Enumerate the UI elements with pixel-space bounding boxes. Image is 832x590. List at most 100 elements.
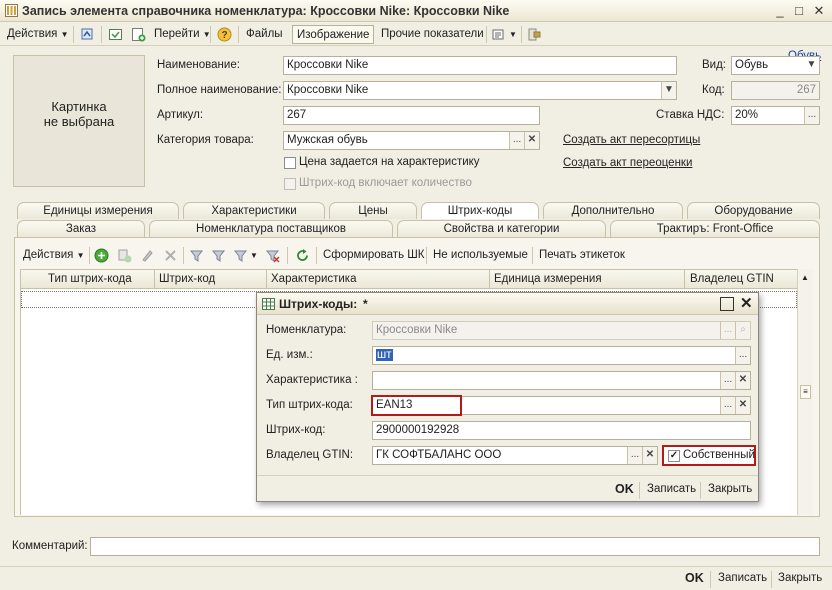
- copy-icon[interactable]: [117, 248, 132, 263]
- dialog-gtin-owner-field[interactable]: ГК СОФТБАЛАНС ООО ... ✕: [372, 446, 658, 465]
- dialog-unit-label: Ед. изм.:: [266, 349, 313, 361]
- dropdown-arrow-icon[interactable]: ▼: [509, 30, 517, 39]
- tab-equipment[interactable]: Оборудование: [687, 202, 820, 219]
- maximize-icon[interactable]: [720, 297, 734, 311]
- select-button[interactable]: ...: [720, 322, 735, 339]
- article-field[interactable]: 267: [283, 106, 540, 125]
- edit-icon[interactable]: [140, 248, 155, 263]
- structure-icon[interactable]: [527, 27, 542, 42]
- tab-properties-categories[interactable]: Свойства и категории: [397, 220, 606, 237]
- name-field[interactable]: Кроссовки Nike: [283, 56, 677, 75]
- image-placeholder[interactable]: Картинка не выбрана: [13, 55, 145, 187]
- toolbar-separator: [89, 247, 90, 264]
- dialog-ok-button[interactable]: OK: [611, 480, 638, 499]
- dialog-save-button[interactable]: Записать: [643, 480, 700, 499]
- close-window-button[interactable]: ✕: [811, 3, 827, 19]
- barcode-qty-checkbox[interactable]: [284, 178, 296, 190]
- app-icon: [5, 4, 18, 17]
- files-button[interactable]: Файлы: [242, 25, 287, 44]
- comment-field[interactable]: [90, 537, 820, 556]
- select-button[interactable]: ...: [627, 447, 642, 464]
- fullname-field[interactable]: Кроссовки Nike ▼: [283, 81, 677, 100]
- column-gtin-owner[interactable]: Владелец GTIN: [690, 273, 774, 285]
- tab-units[interactable]: Единицы измерения: [17, 202, 179, 219]
- other-indicators-button[interactable]: Прочие показатели: [377, 25, 488, 44]
- help-icon[interactable]: ?: [217, 27, 232, 42]
- column-unit[interactable]: Единица измерения: [494, 273, 602, 285]
- filter-by-value-icon[interactable]: [211, 248, 226, 263]
- create-revalue-link[interactable]: Создать акт переоценки: [563, 157, 692, 169]
- kind-field[interactable]: Обувь ▼: [731, 56, 820, 75]
- create-regrade-link[interactable]: Создать акт пересортицы: [563, 134, 700, 146]
- dropdown-arrow-icon[interactable]: ▼: [250, 251, 258, 260]
- category-field[interactable]: Мужская обувь ... ✕: [283, 131, 540, 150]
- toolbar-separator: [532, 247, 533, 264]
- navigate-up-icon[interactable]: [80, 27, 95, 42]
- clear-icon[interactable]: ✕: [524, 132, 539, 149]
- select-button[interactable]: ...: [720, 372, 735, 389]
- clear-icon[interactable]: ✕: [735, 397, 750, 414]
- dropdown-arrow-icon: ▼: [76, 251, 85, 260]
- column-divider: [684, 270, 685, 289]
- column-divider: [154, 270, 155, 289]
- actions-menu[interactable]: Действия ▼: [3, 25, 73, 44]
- column-barcode-type[interactable]: Тип штрих-кода: [48, 273, 132, 285]
- vat-field[interactable]: 20% ...: [731, 106, 820, 125]
- dialog-barcode-field[interactable]: 2900000192928: [372, 421, 751, 440]
- tab-front-office[interactable]: Трактиръ: Front-Office: [610, 220, 820, 237]
- dialog-nomenclature-field[interactable]: Кроссовки Nike ... ⌕: [372, 321, 751, 340]
- delete-icon[interactable]: [163, 248, 178, 263]
- filter-history-icon[interactable]: [233, 248, 248, 263]
- save-button[interactable]: Записать: [714, 569, 771, 588]
- goto-menu[interactable]: Перейти ▼: [150, 25, 215, 44]
- tab-prices[interactable]: Цены: [329, 202, 417, 219]
- minimize-button[interactable]: _: [772, 3, 788, 19]
- clear-icon[interactable]: ✕: [642, 447, 657, 464]
- clear-filter-icon[interactable]: [265, 248, 280, 263]
- select-button[interactable]: ...: [804, 107, 819, 124]
- refresh-form-icon[interactable]: [108, 27, 123, 42]
- select-button[interactable]: ...: [720, 397, 735, 414]
- dialog-characteristic-field[interactable]: ... ✕: [372, 371, 751, 390]
- close-icon[interactable]: ✕: [740, 294, 753, 312]
- tab-barcodes[interactable]: Штрих-коды: [421, 202, 539, 219]
- tab-order[interactable]: Заказ: [17, 220, 145, 237]
- dialog-unit-field[interactable]: шт ...: [372, 346, 751, 365]
- column-barcode[interactable]: Штрих-код: [159, 273, 215, 285]
- chevron-down-icon[interactable]: ▼: [804, 57, 819, 74]
- print-labels-button[interactable]: Печать этикеток: [535, 246, 629, 265]
- clear-icon[interactable]: ✕: [735, 372, 750, 389]
- code-field[interactable]: 267: [731, 81, 820, 100]
- close-button[interactable]: Закрыть: [774, 569, 826, 588]
- dialog-title: Штрих-коды:: [279, 297, 358, 311]
- scroll-thumb[interactable]: ≡: [800, 385, 811, 399]
- filter-icon[interactable]: [189, 248, 204, 263]
- chevron-down-icon[interactable]: ▼: [661, 82, 676, 99]
- form-footer-bar: OK Записать Закрыть: [0, 566, 832, 590]
- print-settings-icon[interactable]: [491, 27, 506, 42]
- column-characteristic[interactable]: Характеристика: [271, 273, 357, 285]
- unused-button[interactable]: Не используемые: [429, 246, 532, 265]
- form-barcode-button[interactable]: Сформировать ШК: [319, 246, 429, 265]
- barcode-actions-menu[interactable]: Действия ▼: [19, 246, 89, 265]
- char-price-checkbox[interactable]: [284, 157, 296, 169]
- scroll-up-icon[interactable]: ▲: [801, 273, 809, 282]
- maximize-button[interactable]: □: [791, 3, 807, 19]
- search-icon[interactable]: ⌕: [735, 322, 750, 339]
- refresh-icon[interactable]: [295, 248, 310, 263]
- ok-button[interactable]: OK: [681, 569, 708, 588]
- select-button[interactable]: ...: [509, 132, 524, 149]
- table-scrollbar[interactable]: ▲ ≡: [797, 269, 813, 515]
- tab-characteristics[interactable]: Характеристики: [183, 202, 325, 219]
- actions-menu-label: Действия: [7, 28, 58, 40]
- tab-additional[interactable]: Дополнительно: [543, 202, 683, 219]
- tab-supplier-nomenclature[interactable]: Номенклатура поставщиков: [149, 220, 393, 237]
- own-checkbox[interactable]: ✓: [668, 450, 680, 462]
- select-button[interactable]: ...: [735, 347, 750, 364]
- add-icon[interactable]: [94, 248, 109, 263]
- toolbar-separator: [316, 247, 317, 264]
- image-button[interactable]: Изображение: [292, 25, 375, 44]
- dialog-unit-value: шт: [376, 349, 393, 361]
- add-copy-icon[interactable]: [131, 27, 146, 42]
- dialog-close-button[interactable]: Закрыть: [704, 480, 756, 499]
